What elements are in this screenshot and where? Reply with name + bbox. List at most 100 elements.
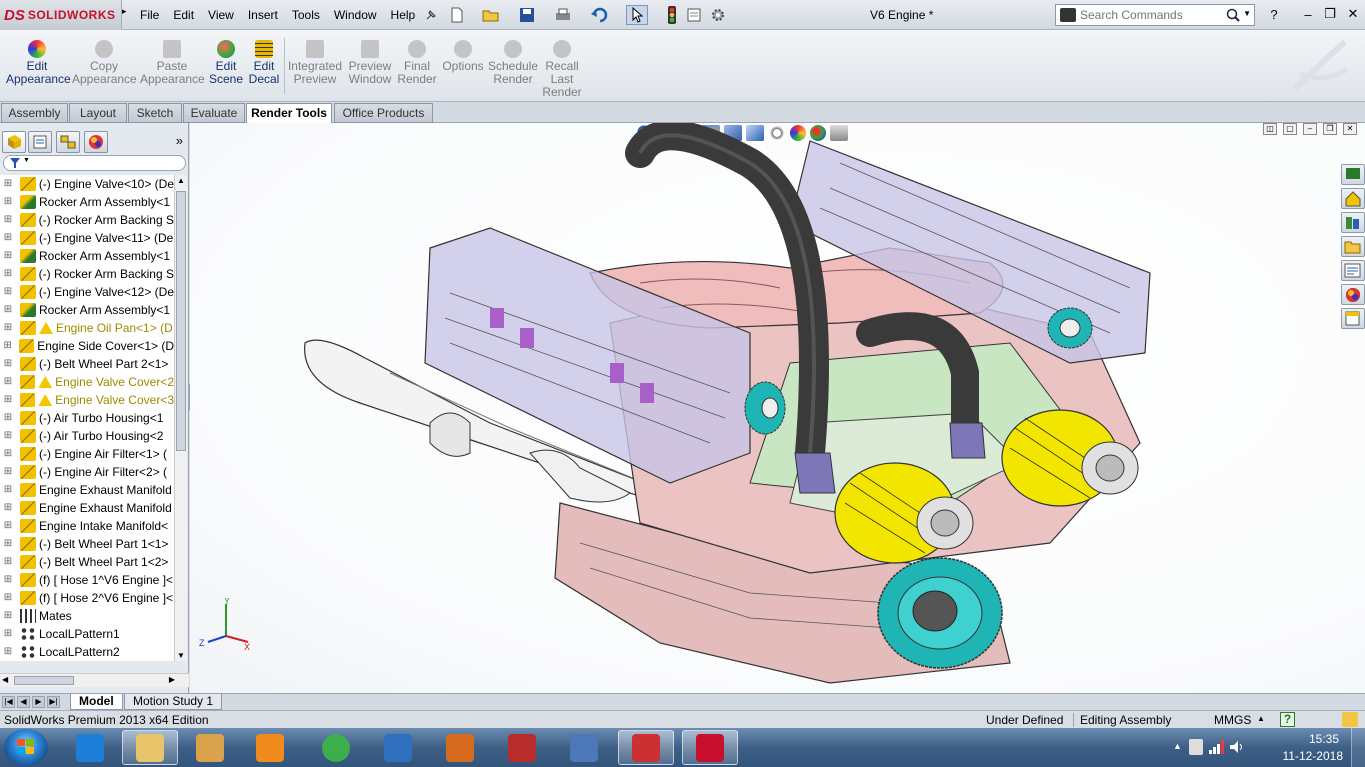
render-options-button[interactable]: Options [440, 40, 486, 73]
belt-wheel-main[interactable] [877, 557, 1003, 669]
scroll-up-icon[interactable]: ▲ [177, 176, 185, 185]
tree-item[interactable]: ⊞ (-) Engine Air Filter<1> ( [0, 445, 174, 463]
expand-toggle-icon[interactable]: ⊞ [3, 373, 13, 391]
integrated-preview-button[interactable]: Integrated Preview [286, 40, 344, 86]
expand-toggle-icon[interactable]: ⊞ [3, 517, 13, 535]
units-dropdown-icon[interactable]: ▲ [1257, 714, 1265, 723]
expand-toggle-icon[interactable]: ⊞ [3, 535, 13, 553]
taskbar-keyboard[interactable] [556, 730, 612, 765]
expand-toggle-icon[interactable]: ⊞ [3, 391, 13, 409]
tree-item[interactable]: ⊞ Engine Valve Cover<3 [0, 391, 174, 409]
volume-icon[interactable] [1229, 740, 1245, 757]
display-manager-tab-icon[interactable] [84, 131, 108, 153]
tree-item[interactable]: ⊞ Engine Exhaust Manifold [0, 481, 174, 499]
select-cursor-icon[interactable] [626, 5, 648, 25]
expand-toggle-icon[interactable]: ⊞ [3, 355, 13, 373]
tree-item[interactable]: ⊞ Rocker Arm Assembly<1 [0, 193, 174, 211]
pin-icon[interactable] [420, 5, 442, 25]
previous-tab-icon[interactable]: ◀ [17, 696, 30, 708]
expand-toggle-icon[interactable]: ⊞ [3, 643, 13, 661]
view-palette-icon[interactable] [1341, 260, 1365, 281]
first-tab-icon[interactable]: |◀ [2, 696, 15, 708]
panel-expand-chevron-icon[interactable]: » [176, 133, 183, 148]
resize-grip-icon[interactable] [1342, 712, 1358, 727]
save-icon[interactable] [516, 5, 538, 25]
edit-scene-button[interactable]: Edit Scene [208, 40, 244, 86]
expand-toggle-icon[interactable]: ⊞ [3, 193, 13, 211]
edit-appearance-button[interactable]: Edit Appearance [6, 40, 71, 86]
graphics-viewport[interactable]: ◫ ▢ – ❐ ✕ Y X Z [190, 123, 1365, 693]
tab-assembly[interactable]: Assembly [1, 103, 68, 123]
menu-insert[interactable]: Insert [241, 0, 285, 30]
tree-vertical-scrollbar[interactable]: ▲ ▼ [174, 175, 187, 661]
tree-item[interactable]: ⊞ LocalLPattern2 [0, 643, 174, 661]
expand-toggle-icon[interactable]: ⊞ [3, 175, 13, 193]
clock-time[interactable]: 15:35 [1309, 732, 1339, 746]
file-explorer-icon[interactable] [1341, 236, 1365, 257]
print-icon[interactable] [552, 5, 574, 25]
tree-item[interactable]: ⊞ Rocker Arm Assembly<1 [0, 301, 174, 319]
show-desktop-button[interactable] [1351, 728, 1365, 767]
edit-decal-button[interactable]: Edit Decal [246, 40, 282, 86]
expand-toggle-icon[interactable]: ⊞ [3, 571, 13, 589]
tree-item[interactable]: ⊞ (f) [ Hose 2^V6 Engine ]< [0, 589, 174, 607]
design-library-icon[interactable] [1341, 212, 1365, 233]
tree-item[interactable]: ⊞ Engine Valve Cover<2 [0, 373, 174, 391]
tree-item[interactable]: ⊞ Engine Oil Pan<1> (D [0, 319, 174, 337]
tree-item[interactable]: ⊞ Rocker Arm Assembly<1 [0, 247, 174, 265]
tray-overflow-icon[interactable]: ▲ [1173, 741, 1182, 751]
schedule-render-button[interactable]: Schedule Render [488, 40, 538, 86]
taskbar-solidworks[interactable] [682, 730, 738, 765]
last-tab-icon[interactable]: ▶| [47, 696, 60, 708]
menu-window[interactable]: Window [327, 0, 384, 30]
expand-toggle-icon[interactable]: ⊞ [3, 265, 13, 283]
tree-item[interactable]: ⊞ (-) Air Turbo Housing<2 [0, 427, 174, 445]
tree-item[interactable]: ⊞ LocalLPattern1 [0, 625, 174, 643]
taskbar-media-player[interactable] [432, 730, 488, 765]
scroll-right-icon[interactable]: ▶ [169, 675, 175, 684]
expand-toggle-icon[interactable]: ⊞ [3, 589, 13, 607]
expand-toggle-icon[interactable]: ⊞ [3, 211, 13, 229]
undo-icon[interactable] [588, 5, 610, 25]
tree-item[interactable]: ⊞ (f) [ Hose 1^V6 Engine ]< [0, 571, 174, 589]
tree-item[interactable]: ⊞ (-) Rocker Arm Backing S [0, 265, 174, 283]
preview-window-button[interactable]: Preview Window [346, 40, 394, 86]
tree-filter-bar[interactable]: ▼ [3, 155, 186, 171]
tray-device-icon[interactable] [1189, 739, 1203, 755]
custom-properties-icon[interactable] [1341, 308, 1365, 329]
filter-dropdown-icon[interactable]: ▼ [23, 157, 30, 164]
final-render-button[interactable]: Final Render [396, 40, 438, 86]
search-commands-box[interactable]: ▼ [1055, 4, 1255, 26]
expand-toggle-icon[interactable]: ⊞ [3, 247, 13, 265]
rebuild-traffic-light-icon[interactable] [661, 5, 683, 25]
tab-layout[interactable]: Layout [69, 103, 127, 123]
minimize-window-icon[interactable]: – [1296, 4, 1320, 24]
tab-motion-study[interactable]: Motion Study 1 [124, 694, 223, 710]
taskbar-chrome[interactable] [308, 730, 364, 765]
tree-item[interactable]: ⊞ (-) Engine Valve<11> (De [0, 229, 174, 247]
expand-toggle-icon[interactable]: ⊞ [3, 553, 13, 571]
expand-toggle-icon[interactable]: ⊞ [3, 625, 13, 643]
help-icon[interactable]: ? [1262, 4, 1286, 24]
menu-edit[interactable]: Edit [166, 0, 201, 30]
taskbar-screen-recorder[interactable] [494, 730, 550, 765]
close-window-icon[interactable]: ✕ [1341, 4, 1365, 24]
taskbar-snipping-tool[interactable] [618, 730, 674, 765]
expand-toggle-icon[interactable]: ⊞ [3, 607, 13, 625]
tab-office-products[interactable]: Office Products [334, 103, 433, 123]
home-icon[interactable] [1341, 188, 1365, 209]
scroll-thumb[interactable] [176, 191, 186, 451]
restore-window-icon[interactable]: ❐ [1318, 4, 1342, 24]
next-tab-icon[interactable]: ▶ [32, 696, 45, 708]
property-manager-tab-icon[interactable] [28, 131, 52, 153]
appearances-scenes-icon[interactable] [1341, 284, 1365, 305]
expand-toggle-icon[interactable]: ⊞ [3, 319, 13, 337]
search-icon[interactable] [1226, 8, 1240, 25]
expand-toggle-icon[interactable]: ⊞ [3, 481, 13, 499]
clock-date[interactable]: 11-12-2018 [1283, 749, 1344, 763]
tab-render-tools[interactable]: Render Tools [246, 103, 332, 124]
expand-toggle-icon[interactable]: ⊞ [3, 337, 12, 355]
tab-sketch[interactable]: Sketch [128, 103, 182, 123]
search-input[interactable] [1080, 8, 1225, 22]
expand-toggle-icon[interactable]: ⊞ [3, 301, 13, 319]
